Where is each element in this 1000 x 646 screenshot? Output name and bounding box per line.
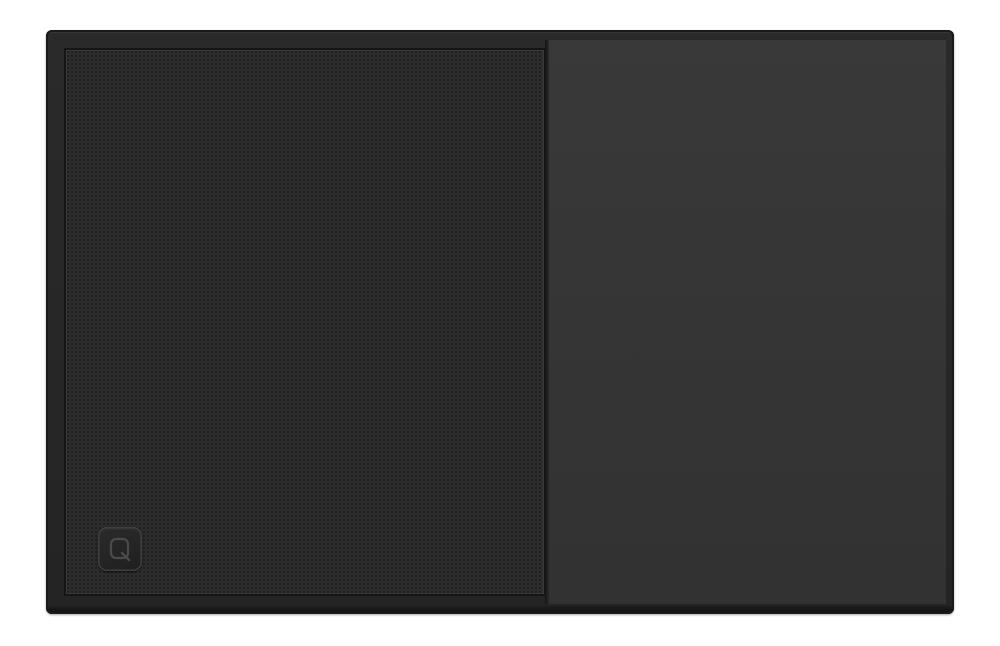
product-image <box>0 0 1000 646</box>
speaker-grille <box>64 48 546 596</box>
q-logo-icon <box>109 537 131 562</box>
solid-side-panel <box>548 40 946 604</box>
logo-badge <box>98 527 142 571</box>
